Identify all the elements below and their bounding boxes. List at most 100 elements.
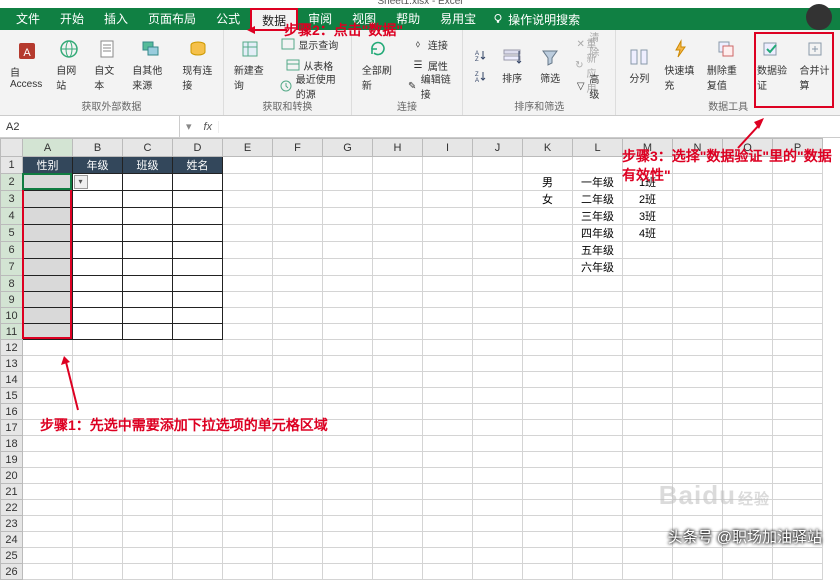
- cell-L17[interactable]: [573, 420, 623, 436]
- cell-D1[interactable]: 姓名: [173, 157, 223, 174]
- cell-B17[interactable]: [73, 420, 123, 436]
- cell-P20[interactable]: [773, 468, 823, 484]
- cell-N3[interactable]: [673, 191, 723, 208]
- cell-C2[interactable]: [123, 174, 173, 191]
- cell-I15[interactable]: [423, 388, 473, 404]
- cell-F15[interactable]: [273, 388, 323, 404]
- cell-I20[interactable]: [423, 468, 473, 484]
- cell-E10[interactable]: [223, 308, 273, 324]
- text-to-columns-button[interactable]: 分列: [622, 34, 656, 96]
- cell-G4[interactable]: [323, 208, 373, 225]
- sort-button[interactable]: 排序: [495, 34, 529, 96]
- cell-D12[interactable]: [173, 340, 223, 356]
- row-header-7[interactable]: 7: [1, 259, 23, 276]
- row-header-12[interactable]: 12: [1, 340, 23, 356]
- cell-G24[interactable]: [323, 532, 373, 548]
- cell-B23[interactable]: [73, 516, 123, 532]
- row-header-21[interactable]: 21: [1, 484, 23, 500]
- cell-G19[interactable]: [323, 452, 373, 468]
- cell-H14[interactable]: [373, 372, 423, 388]
- cell-M12[interactable]: [623, 340, 673, 356]
- cell-J17[interactable]: [473, 420, 523, 436]
- row-header-23[interactable]: 23: [1, 516, 23, 532]
- chevron-down-icon[interactable]: ▾: [186, 120, 192, 133]
- cell-J5[interactable]: [473, 225, 523, 242]
- cell-F3[interactable]: [273, 191, 323, 208]
- menu-data[interactable]: 数据: [250, 8, 298, 30]
- cell-A15[interactable]: [23, 388, 73, 404]
- cell-F6[interactable]: [273, 242, 323, 259]
- cell-E21[interactable]: [223, 484, 273, 500]
- cell-I18[interactable]: [423, 436, 473, 452]
- cell-H3[interactable]: [373, 191, 423, 208]
- name-box[interactable]: A2: [0, 116, 180, 137]
- cell-C16[interactable]: [123, 404, 173, 420]
- cell-E18[interactable]: [223, 436, 273, 452]
- cell-K26[interactable]: [523, 564, 573, 580]
- cell-P21[interactable]: [773, 484, 823, 500]
- cell-J26[interactable]: [473, 564, 523, 580]
- edit-links-button[interactable]: ✎编辑链接: [403, 76, 456, 96]
- cell-H23[interactable]: [373, 516, 423, 532]
- cell-N6[interactable]: [673, 242, 723, 259]
- fx-button[interactable]: fx: [198, 121, 220, 133]
- cell-I13[interactable]: [423, 356, 473, 372]
- cell-F8[interactable]: [273, 276, 323, 292]
- col-header-L[interactable]: L: [573, 139, 623, 157]
- cell-P6[interactable]: [773, 242, 823, 259]
- cell-O1[interactable]: [723, 157, 773, 174]
- row-header-3[interactable]: 3: [1, 191, 23, 208]
- cell-J16[interactable]: [473, 404, 523, 420]
- col-header-M[interactable]: M: [623, 139, 673, 157]
- cell-O7[interactable]: [723, 259, 773, 276]
- cell-O3[interactable]: [723, 191, 773, 208]
- connections-button[interactable]: ⬨连接: [403, 34, 456, 54]
- existing-conn-button[interactable]: 现有连接: [178, 34, 216, 96]
- row-header-13[interactable]: 13: [1, 356, 23, 372]
- cell-A9[interactable]: [23, 292, 73, 308]
- cell-J11[interactable]: [473, 324, 523, 340]
- row-header-24[interactable]: 24: [1, 532, 23, 548]
- cell-K8[interactable]: [523, 276, 573, 292]
- cell-F23[interactable]: [273, 516, 323, 532]
- cell-M19[interactable]: [623, 452, 673, 468]
- cell-G9[interactable]: [323, 292, 373, 308]
- cell-B6[interactable]: [73, 242, 123, 259]
- cell-H21[interactable]: [373, 484, 423, 500]
- cell-M8[interactable]: [623, 276, 673, 292]
- cell-D22[interactable]: [173, 500, 223, 516]
- cell-L15[interactable]: [573, 388, 623, 404]
- cell-B20[interactable]: [73, 468, 123, 484]
- cell-B16[interactable]: [73, 404, 123, 420]
- cell-B7[interactable]: [73, 259, 123, 276]
- row-header-19[interactable]: 19: [1, 452, 23, 468]
- cell-M1[interactable]: [623, 157, 673, 174]
- cell-A11[interactable]: [23, 324, 73, 340]
- cell-C24[interactable]: [123, 532, 173, 548]
- cell-H25[interactable]: [373, 548, 423, 564]
- cell-D20[interactable]: [173, 468, 223, 484]
- cell-M10[interactable]: [623, 308, 673, 324]
- cell-J13[interactable]: [473, 356, 523, 372]
- cell-P9[interactable]: [773, 292, 823, 308]
- from-text-button[interactable]: 自文本: [90, 34, 124, 96]
- menu-file[interactable]: 文件: [6, 8, 50, 30]
- cell-L3[interactable]: 二年级: [573, 191, 623, 208]
- cell-F12[interactable]: [273, 340, 323, 356]
- cell-C19[interactable]: [123, 452, 173, 468]
- cell-L2[interactable]: 一年级: [573, 174, 623, 191]
- cell-G8[interactable]: [323, 276, 373, 292]
- cell-H18[interactable]: [373, 436, 423, 452]
- cell-H5[interactable]: [373, 225, 423, 242]
- cell-K9[interactable]: [523, 292, 573, 308]
- row-header-10[interactable]: 10: [1, 308, 23, 324]
- cell-I8[interactable]: [423, 276, 473, 292]
- cell-L7[interactable]: 六年级: [573, 259, 623, 276]
- cell-N25[interactable]: [673, 548, 723, 564]
- row-header-5[interactable]: 5: [1, 225, 23, 242]
- cell-N5[interactable]: [673, 225, 723, 242]
- select-all-corner[interactable]: [1, 139, 23, 157]
- cell-P8[interactable]: [773, 276, 823, 292]
- cell-O9[interactable]: [723, 292, 773, 308]
- cell-N8[interactable]: [673, 276, 723, 292]
